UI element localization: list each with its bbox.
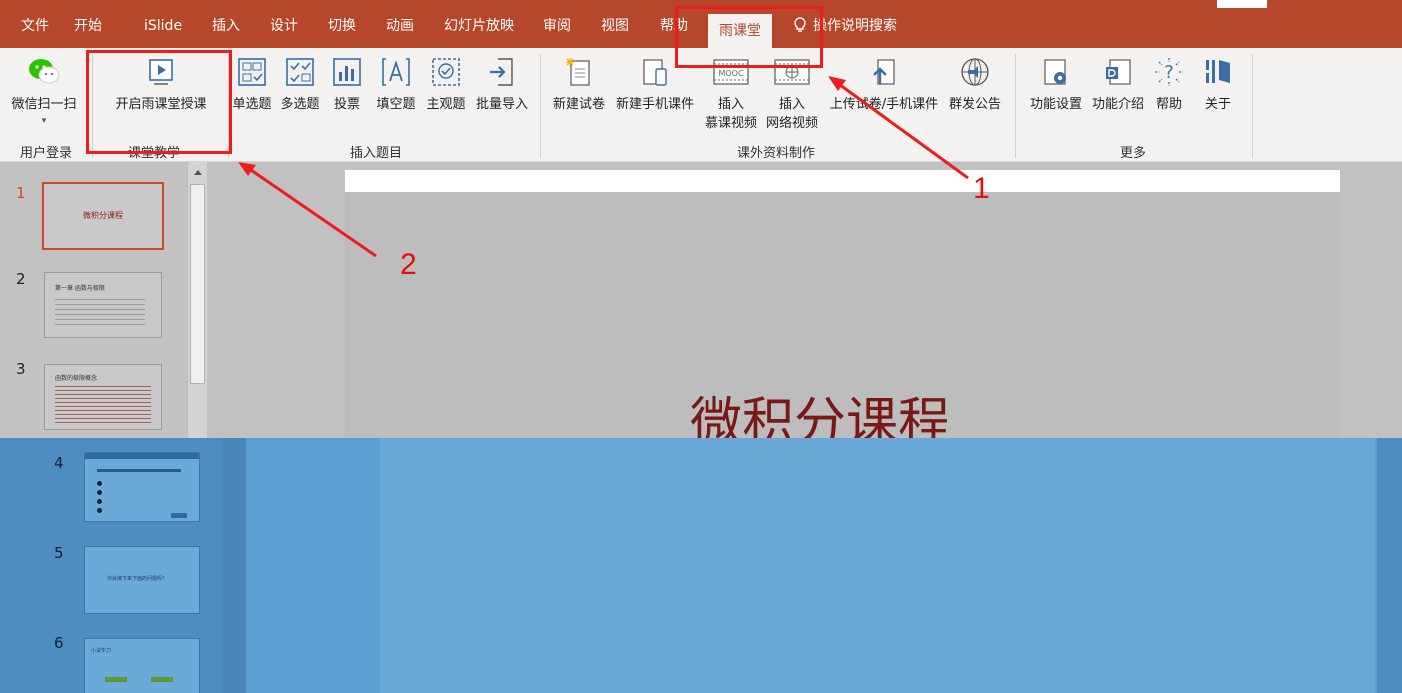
annotation-arrows: [238, 76, 969, 258]
annotation-number-2: 2: [400, 248, 417, 281]
powerpoint-window: 文件 开始 iSlide 插入 设计 切换 动画 幻灯片放映 审阅 视图 帮助 …: [0, 0, 1402, 693]
annotation-number-1: 1: [973, 172, 990, 205]
